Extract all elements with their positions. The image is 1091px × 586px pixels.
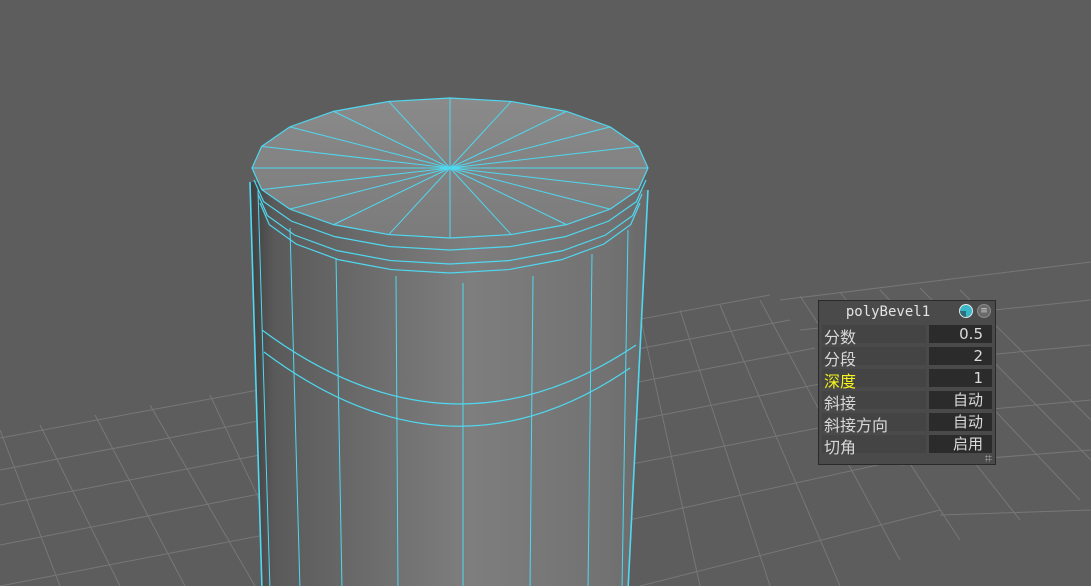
hud-attribute-row[interactable]: 斜接方向 自动 [819, 411, 995, 435]
menu-icon[interactable]: ≡ [977, 304, 991, 318]
attribute-value-field[interactable]: 0.5 [929, 325, 992, 343]
grid-line [149, 404, 256, 586]
resize-grip-icon[interactable] [985, 455, 992, 462]
hud-attribute-row[interactable]: 分数 0.5 [819, 323, 995, 347]
attribute-value-field[interactable]: 自动 [929, 413, 992, 431]
attribute-value-field[interactable]: 自动 [929, 391, 992, 409]
hud-attribute-row[interactable]: 斜接 自动 [819, 389, 995, 413]
grid-line [779, 261, 1091, 301]
bevel-cylinder-mesh[interactable] [249, 97, 649, 586]
hud-title-bar[interactable]: polyBevel1 ≡ [819, 301, 995, 323]
hud-attribute-row[interactable]: 切角 启用 [819, 433, 995, 458]
hud-attribute-row[interactable]: 深度 1 [819, 367, 995, 391]
grid-line [639, 509, 941, 586]
hud-title: polyBevel1 [845, 304, 931, 320]
hud-attribute-row[interactable]: 分段 2 [819, 345, 995, 369]
hud-panel[interactable]: polyBevel1 ≡ 分数 0.5 分段 2 深度 1 斜接 自动 斜接方向 自动 切角 启用 [818, 300, 996, 465]
attribute-value-field[interactable]: 启用 [929, 435, 992, 453]
attribute-value-field[interactable]: 2 [929, 347, 992, 365]
grid-line [94, 414, 186, 586]
node-shading-icon[interactable] [959, 304, 973, 318]
attribute-label[interactable]: 切角 [824, 434, 856, 458]
grid-line [679, 309, 771, 586]
grid-line [639, 314, 701, 586]
grid-line [0, 429, 61, 586]
attribute-value-field[interactable]: 1 [929, 369, 992, 387]
3d-viewport[interactable] [0, 0, 1091, 586]
